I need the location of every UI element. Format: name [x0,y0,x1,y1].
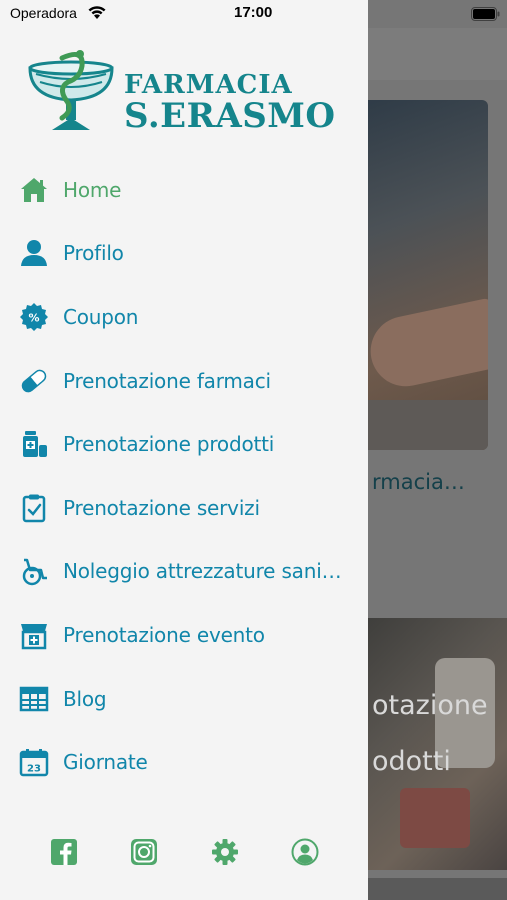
status-time: 17:00 [234,4,273,21]
menu-label-home: Home [63,177,122,202]
battery-icon [471,7,500,21]
instagram-icon[interactable] [130,838,158,866]
svg-text:%: % [28,311,39,324]
facebook-icon[interactable] [50,838,78,866]
user-icon [18,237,50,269]
bowl-of-hygieia-icon [28,50,114,130]
menu-item-giornate[interactable]: 23 Giornate [0,730,368,794]
pill-icon [18,365,50,397]
menu-item-profilo[interactable]: Profilo [0,222,368,286]
menu-label-prenotazione-prodotti: Prenotazione prodotti [63,432,275,457]
photo-laptop [360,400,488,450]
pharmacy-store-icon [18,619,50,651]
carrier-name: Operadora [10,5,77,21]
logo-title-line2: S.ERASMO [124,96,336,136]
menu-label-giornate: Giornate [63,750,148,775]
photo-hand [364,297,488,393]
products-icon [18,428,50,460]
drawer-footer [0,838,368,870]
calendar-icon: 23 [18,746,50,778]
background-card-caption: rmacia… [372,470,465,494]
drawer-menu: Home Profilo % Coupon Prenotazione farma… [0,158,368,794]
menu-label-blog: Blog [63,686,107,711]
menu-item-prenotazione-prodotti[interactable]: Prenotazione prodotti [0,412,368,476]
menu-item-home[interactable]: Home [0,158,368,222]
menu-label-coupon: Coupon [63,304,139,329]
menu-item-blog[interactable]: Blog [0,667,368,731]
menu-item-prenotazione-farmaci[interactable]: Prenotazione farmaci [0,349,368,413]
menu-label-prenotazione-evento: Prenotazione evento [63,622,265,647]
menu-item-noleggio-attrezzature[interactable]: Noleggio attrezzature sanitarie [0,540,368,604]
menu-item-prenotazione-servizi[interactable]: Prenotazione servizi [0,476,368,540]
side-drawer: FARMACIA S.ERASMO Home Profilo % Coupon [0,0,368,900]
settings-gear-icon[interactable] [211,838,239,866]
status-bar: Operadora 17:00 [0,0,507,28]
menu-item-prenotazione-evento[interactable]: Prenotazione evento [0,603,368,667]
pharmacy-logo[interactable]: FARMACIA S.ERASMO [22,48,352,138]
menu-label-profilo: Profilo [63,241,124,266]
coupon-badge-icon: % [18,301,50,333]
menu-label-noleggio-attrezzature: Noleggio attrezzature sanitarie [63,559,348,584]
background-card2-line1: otazione [372,690,488,721]
menu-label-prenotazione-farmaci: Prenotazione farmaci [63,368,271,393]
wheelchair-icon [18,555,50,587]
background-card2-line2: odotti [372,746,451,777]
wifi-icon [88,6,106,19]
photo-jar [400,788,470,848]
home-icon [18,174,50,206]
blog-grid-icon [18,683,50,715]
account-icon[interactable] [291,838,319,866]
clipboard-check-icon [18,492,50,524]
menu-label-prenotazione-servizi: Prenotazione servizi [63,495,260,520]
calendar-day-number: 23 [27,764,41,775]
menu-item-coupon[interactable]: % Coupon [0,285,368,349]
